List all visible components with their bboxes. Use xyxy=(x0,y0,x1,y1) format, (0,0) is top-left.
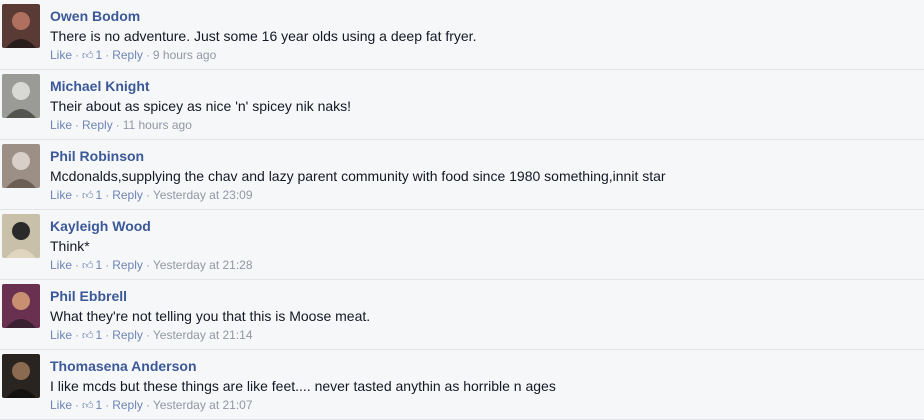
like-link[interactable]: Like xyxy=(50,398,72,412)
comment-author[interactable]: Michael Knight xyxy=(50,78,150,94)
reply-link[interactable]: Reply xyxy=(112,48,143,62)
like-count[interactable]: 👍︎ 1 xyxy=(82,48,102,62)
separator-dot: · xyxy=(75,188,80,202)
comment-item: Michael Knight Their about as spicey as … xyxy=(0,70,924,140)
comment-item: Phil Ebbrell What they're not telling yo… xyxy=(0,280,924,350)
avatar[interactable] xyxy=(2,4,40,48)
comment-text: What they're not telling you that this i… xyxy=(50,308,371,324)
avatar-image xyxy=(2,354,40,398)
avatar-image xyxy=(2,214,40,258)
comment-actions: Like · Reply · 11 hours ago xyxy=(50,118,192,132)
comment-actions: Like · 👍︎ 1 · Reply · Yesterday at 23:09 xyxy=(50,188,253,202)
comment-timestamp[interactable]: Yesterday at 21:07 xyxy=(153,398,253,412)
avatar-image xyxy=(2,4,40,48)
comment-author[interactable]: Owen Bodom xyxy=(50,8,140,24)
comment-text: Their about as spicey as nice 'n' spicey… xyxy=(50,98,352,114)
like-link[interactable]: Like xyxy=(50,48,72,62)
separator-dot: · xyxy=(145,188,150,202)
comment-text: Think* xyxy=(50,238,90,254)
like-link[interactable]: Like xyxy=(50,188,72,202)
separator-dot: · xyxy=(75,118,80,132)
comment-author[interactable]: Kayleigh Wood xyxy=(50,218,151,234)
separator-dot: · xyxy=(75,398,80,412)
comment-item: Kayleigh Wood Think* Like · 👍︎ 1 · Reply · Yest… xyxy=(0,210,924,280)
comment-actions: Like · 👍︎ 1 · Reply · Yesterday at 21:07 xyxy=(50,398,253,412)
avatar[interactable] xyxy=(2,354,40,398)
reply-link[interactable]: Reply xyxy=(112,188,143,202)
separator-dot: · xyxy=(105,188,110,202)
comment-timestamp[interactable]: Yesterday at 21:14 xyxy=(153,328,253,342)
reply-link[interactable]: Reply xyxy=(112,258,143,272)
separator-dot: · xyxy=(75,48,80,62)
comment-text: Mcdonalds,supplying the chav and lazy pa… xyxy=(50,168,666,184)
separator-dot: · xyxy=(145,328,150,342)
separator-dot: · xyxy=(145,48,150,62)
separator-dot: · xyxy=(105,48,110,62)
thumbs-up-icon: 👍︎ xyxy=(82,260,94,272)
separator-dot: · xyxy=(115,118,120,132)
thumbs-up-icon: 👍︎ xyxy=(82,330,94,342)
separator-dot: · xyxy=(105,398,110,412)
comment-item: Phil Robinson Mcdonalds,supplying the ch… xyxy=(0,140,924,210)
separator-dot: · xyxy=(145,398,150,412)
separator-dot: · xyxy=(145,258,150,272)
separator-dot: · xyxy=(105,328,110,342)
comment-actions: Like · 👍︎ 1 · Reply · Yesterday at 21:14 xyxy=(50,328,253,342)
comment-timestamp[interactable]: Yesterday at 21:28 xyxy=(153,258,253,272)
thumbs-up-icon: 👍︎ xyxy=(82,190,94,202)
comment-actions: Like · 👍︎ 1 · Reply · Yesterday at 21:28 xyxy=(50,258,253,272)
avatar-image xyxy=(2,74,40,118)
avatar-image xyxy=(2,144,40,188)
reply-link[interactable]: Reply xyxy=(82,118,113,132)
comment-item: Thomasena Anderson I like mcds but these… xyxy=(0,350,924,420)
avatar-image xyxy=(2,284,40,328)
like-count[interactable]: 👍︎ 1 xyxy=(82,398,102,412)
like-link[interactable]: Like xyxy=(50,118,72,132)
separator-dot: · xyxy=(105,258,110,272)
comment-author[interactable]: Phil Robinson xyxy=(50,148,144,164)
like-count[interactable]: 👍︎ 1 xyxy=(82,258,102,272)
reply-link[interactable]: Reply xyxy=(112,398,143,412)
avatar[interactable] xyxy=(2,144,40,188)
avatar[interactable] xyxy=(2,284,40,328)
like-link[interactable]: Like xyxy=(50,258,72,272)
comment-timestamp[interactable]: 11 hours ago xyxy=(123,118,192,132)
like-count[interactable]: 👍︎ 1 xyxy=(82,328,102,342)
thumbs-up-icon: 👍︎ xyxy=(82,400,94,412)
comment-author[interactable]: Phil Ebbrell xyxy=(50,288,127,304)
comment-timestamp[interactable]: 9 hours ago xyxy=(153,48,216,62)
thumbs-up-icon: 👍︎ xyxy=(82,50,94,62)
comment-author[interactable]: Thomasena Anderson xyxy=(50,358,197,374)
comment-timestamp[interactable]: Yesterday at 23:09 xyxy=(153,188,253,202)
avatar[interactable] xyxy=(2,214,40,258)
comment-text: I like mcds but these things are like fe… xyxy=(50,378,556,394)
like-link[interactable]: Like xyxy=(50,328,72,342)
avatar[interactable] xyxy=(2,74,40,118)
separator-dot: · xyxy=(75,328,80,342)
comment-list: Owen Bodom There is no adventure. Just s… xyxy=(0,0,924,420)
like-count[interactable]: 👍︎ 1 xyxy=(82,188,102,202)
reply-link[interactable]: Reply xyxy=(112,328,143,342)
comment-item: Owen Bodom There is no adventure. Just s… xyxy=(0,0,924,70)
separator-dot: · xyxy=(75,258,80,272)
comment-actions: Like · 👍︎ 1 · Reply · 9 hours ago xyxy=(50,48,216,62)
comment-text: There is no adventure. Just some 16 year… xyxy=(50,28,477,44)
